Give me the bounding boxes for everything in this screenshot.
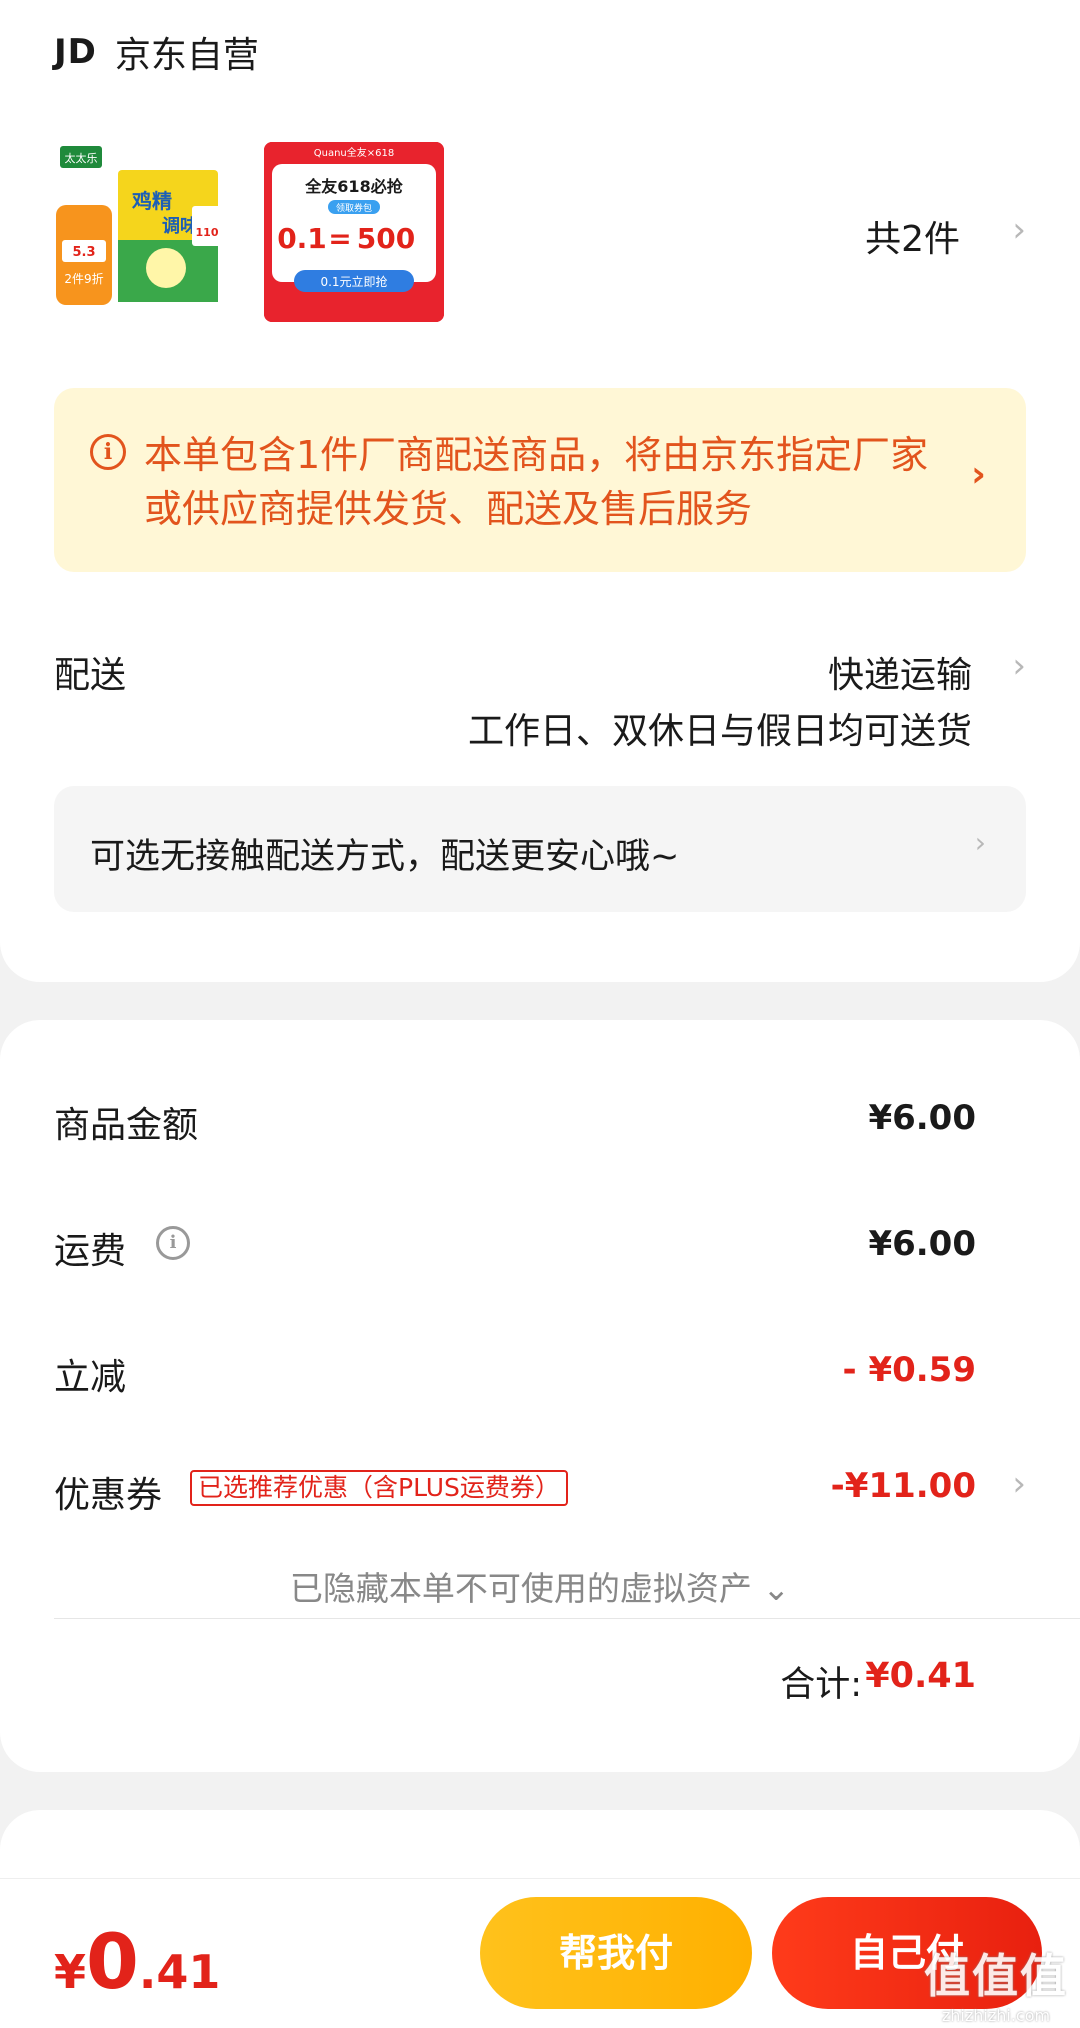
watermark-url: zhizhizhi.com (941, 2006, 1051, 2025)
promo-tag: 领取券包 (336, 202, 372, 214)
manufacturer-delivery-notice[interactable]: i 本单包含1件厂商配送商品，将由京东指定厂家或供应商提供发货、配送及售后服务 … (54, 388, 1026, 572)
instant-discount-label: 立减 (54, 1357, 127, 1398)
divider (54, 1618, 1080, 1619)
chevron-right-icon: › (974, 826, 986, 859)
store-header[interactable]: JD 京东自营 (54, 28, 259, 76)
shipping-fee-label: 运费 (54, 1231, 127, 1272)
product-badge: 2件9折 (64, 271, 103, 286)
product-thumbnail-1[interactable]: 太太乐 5.3 2件9折 鸡精 调味 110 (54, 140, 224, 315)
payable-amount: ¥0.41 (54, 1917, 220, 2006)
chevron-right-icon: › (971, 454, 986, 495)
help-me-pay-button[interactable]: 帮我付 (480, 1897, 752, 2009)
promo-eq: = (328, 222, 351, 255)
product-brand: 太太乐 (65, 152, 98, 165)
notice-text: 本单包含1件厂商配送商品，将由京东指定厂家或供应商提供发货、配送及售后服务 (144, 433, 929, 531)
coupon-label: 优惠券 (54, 1475, 163, 1516)
total-value: ¥0.41 (865, 1656, 976, 1696)
shipping-fee-value: ¥6.00 (868, 1224, 976, 1264)
promo-left-num: 0.1 (277, 222, 327, 255)
watermark-logo: 值值值 (924, 1949, 1068, 2003)
bottom-action-bar: ¥0.41 帮我付 自己付 (0, 1878, 1080, 2028)
product-thumbnail-2[interactable]: Quanu全友×618 全友618必抢 领取券包 0.1 = 500 0.1元立… (264, 142, 444, 322)
promo-top-text: Quanu全友×618 (314, 146, 394, 159)
chevron-right-icon[interactable]: › (1012, 646, 1026, 686)
promo-cta: 0.1元立即抢 (320, 274, 387, 289)
hidden-assets-text: 已隐藏本单不可使用的虚拟资产 (289, 1569, 752, 1608)
item-count[interactable]: 共2件 (865, 210, 960, 262)
promo-right-num: 500 (357, 222, 415, 255)
instant-discount-value: - ¥0.59 (842, 1350, 977, 1390)
goods-amount-value: ¥6.00 (868, 1098, 976, 1138)
delivery-method[interactable]: 快递运输 (828, 646, 972, 698)
contactless-text: 可选无接触配送方式，配送更安心哦~ (90, 837, 680, 877)
info-icon: i (90, 434, 126, 470)
currency-symbol: ¥ (54, 1945, 87, 1999)
store-name: 京东自营 (114, 35, 259, 76)
seasoning-product-image: 太太乐 5.3 2件9折 鸡精 调味 110 (56, 146, 222, 305)
pack-price: 110 (196, 226, 219, 239)
chevron-right-icon[interactable]: › (1012, 210, 1026, 250)
goods-amount-label: 商品金额 (54, 1105, 199, 1146)
furniture-coupon-image: Quanu全友×618 全友618必抢 领取券包 0.1 = 500 0.1元立… (264, 142, 444, 322)
coupon-value[interactable]: -¥11.00 (831, 1466, 976, 1506)
chevron-right-icon[interactable]: › (1012, 1464, 1026, 1504)
amount-decimal: .41 (138, 1945, 221, 1999)
promo-headline: 全友618必抢 (304, 177, 403, 196)
site-watermark: 值值值 zhizhizhi.com (924, 1940, 1068, 2025)
contactless-delivery-option[interactable]: 可选无接触配送方式，配送更安心哦~ › (54, 786, 1026, 912)
total-label: 合计: (780, 1665, 862, 1705)
delivery-schedule: 工作日、双休日与假日均可送货 (467, 711, 972, 752)
jd-logo: JD (54, 32, 97, 72)
hidden-assets-toggle[interactable]: 已隐藏本单不可使用的虚拟资产 ⌄ (0, 1562, 1080, 1610)
amount-integer: 0 (86, 1917, 139, 2006)
chevron-down-icon: ⌄ (762, 1569, 791, 1608)
info-icon[interactable]: i (156, 1226, 190, 1260)
delivery-label: 配送 (54, 655, 127, 696)
pack-title: 鸡精 (131, 189, 172, 213)
coupon-recommend-tag[interactable]: 已选推荐优惠（含PLUS运费券） (190, 1470, 568, 1506)
product-price: 5.3 (72, 245, 95, 260)
